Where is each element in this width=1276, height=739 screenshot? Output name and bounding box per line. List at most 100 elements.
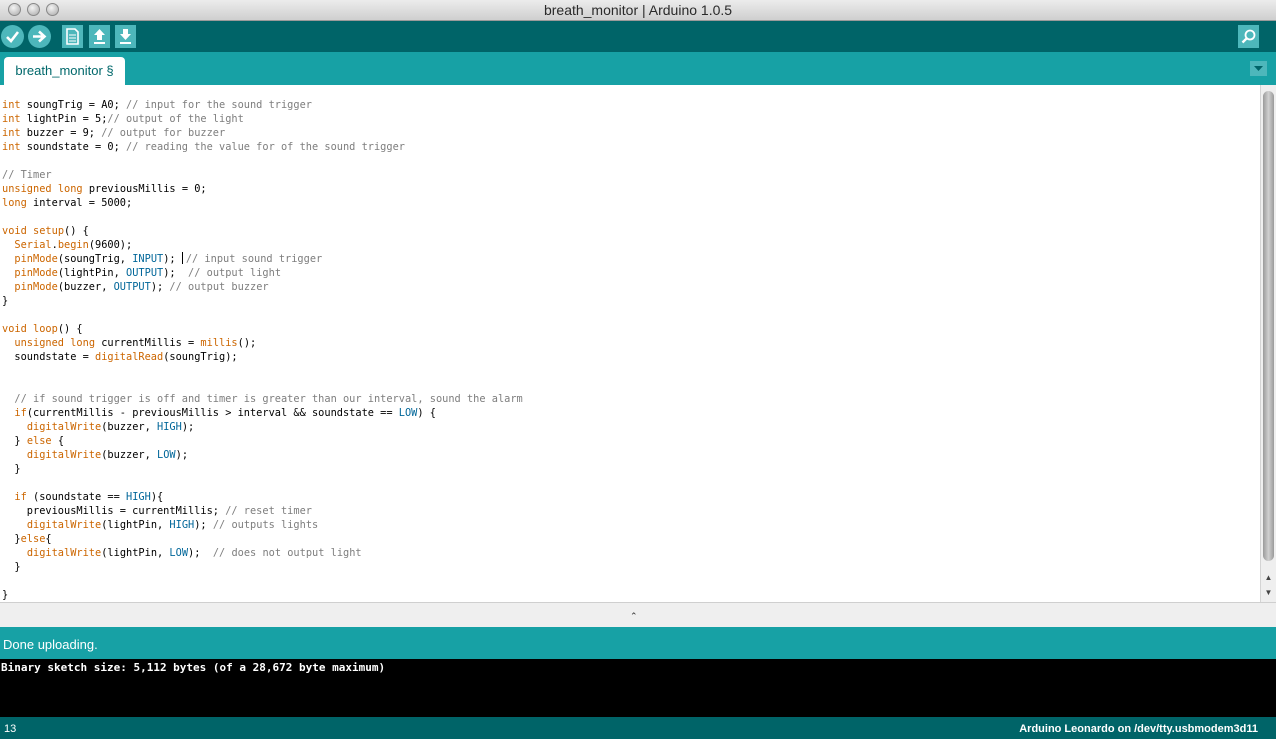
code-token: ); <box>150 281 170 293</box>
document-icon <box>66 28 79 45</box>
code-token: (soungTrig); <box>163 351 238 363</box>
code-line[interactable] <box>2 378 523 392</box>
window-title: breath_monitor | Arduino 1.0.5 <box>543 2 733 18</box>
code-line[interactable]: pinMode(lightPin, OUTPUT); // output lig… <box>2 266 523 280</box>
code-line[interactable]: soundstate = digitalRead(soungTrig); <box>2 350 523 364</box>
code-token: LOW <box>157 449 176 461</box>
code-token: interval = 5000; <box>26 197 133 209</box>
editor-scrollbar[interactable]: ▲ ▼ <box>1260 85 1276 602</box>
code-token: ); <box>194 519 213 531</box>
code-token: } <box>2 435 27 447</box>
code-line[interactable]: int soundstate = 0; // reading the value… <box>2 140 523 154</box>
scroll-down-icon[interactable]: ▼ <box>1261 586 1276 599</box>
code-token: soundstate = <box>2 351 95 363</box>
toolbar <box>0 21 1276 52</box>
code-line[interactable]: pinMode(soungTrig, INPUT); // input soun… <box>2 252 523 266</box>
code-line[interactable]: } <box>2 294 523 308</box>
code-line[interactable]: } else { <box>2 434 523 448</box>
code-line[interactable]: int buzzer = 9; // output for buzzer <box>2 126 523 140</box>
code-line[interactable]: } <box>2 560 523 574</box>
code-token: // Timer <box>2 169 52 181</box>
code-token: (soungTrig, <box>57 253 133 265</box>
open-button[interactable] <box>89 25 110 48</box>
code-line[interactable] <box>2 210 523 224</box>
new-button[interactable] <box>62 25 83 48</box>
code-token: ); <box>181 421 195 433</box>
code-token: unsigned <box>2 183 52 195</box>
code-line[interactable]: Serial.begin(9600); <box>2 238 523 252</box>
arrow-down-icon <box>120 29 131 44</box>
code-line[interactable]: digitalWrite(lightPin, LOW); // does not… <box>2 546 523 560</box>
scrollbar-thumb[interactable] <box>1263 91 1274 561</box>
code-token: // input for the sound trigger <box>126 99 312 111</box>
status-bar: Done uploading. <box>0 627 1276 659</box>
code-token: void <box>2 225 27 237</box>
code-token: } <box>2 589 9 601</box>
code-line[interactable]: digitalWrite(buzzer, HIGH); <box>2 420 523 434</box>
code-line[interactable]: } <box>2 462 523 476</box>
code-line[interactable] <box>2 574 523 588</box>
code-line[interactable]: long interval = 5000; <box>2 196 523 210</box>
code-line[interactable]: int soungTrig = A0; // input for the sou… <box>2 98 523 112</box>
code-token: currentMillis = <box>95 337 201 349</box>
status-message: Done uploading. <box>3 637 98 652</box>
code-token: Serial <box>14 239 52 251</box>
code-token: OUTPUT <box>126 267 164 279</box>
chevron-down-icon <box>1254 66 1263 71</box>
code-line[interactable]: digitalWrite(buzzer, LOW); <box>2 448 523 462</box>
code-line[interactable] <box>2 308 523 322</box>
code-token: digitalWrite <box>26 519 102 531</box>
tab-menu-button[interactable] <box>1250 61 1267 76</box>
code-line[interactable]: } <box>2 588 523 602</box>
code-token: previousMillis = 0; <box>82 183 207 195</box>
code-line[interactable]: previousMillis = currentMillis; // reset… <box>2 504 523 518</box>
code-line[interactable]: pinMode(buzzer, OUTPUT); // output buzze… <box>2 280 523 294</box>
code-editor[interactable]: int soungTrig = A0; // input for the sou… <box>0 85 1260 602</box>
code-token: () { <box>64 225 89 237</box>
code-line[interactable]: // if sound trigger is off and timer is … <box>2 392 522 406</box>
code-line[interactable]: if(currentMillis - previousMillis > inte… <box>2 406 523 420</box>
save-button[interactable] <box>115 25 136 48</box>
caret-up-icon[interactable]: ⌃ <box>630 611 638 622</box>
code-token: begin <box>57 239 89 251</box>
code-token: else <box>20 533 46 545</box>
code-token: (lightPin, <box>101 519 170 531</box>
footer-bar: 13 Arduino Leonardo on /dev/tty.usbmodem… <box>0 717 1276 739</box>
code-token: ) { <box>417 407 436 419</box>
code-line[interactable] <box>2 364 523 378</box>
code-line[interactable] <box>2 154 523 168</box>
code-token: if <box>14 491 27 503</box>
code-token: OUTPUT <box>113 281 151 293</box>
code-token: lightPin = 5; <box>20 113 108 125</box>
code-line[interactable]: void setup() { <box>2 224 523 238</box>
verify-button[interactable] <box>1 25 24 48</box>
code-token: // outputs lights <box>212 519 319 531</box>
serial-monitor-button[interactable] <box>1238 25 1259 48</box>
code-line[interactable]: }else{ <box>2 532 523 546</box>
console-divider[interactable]: ⌃ <box>0 602 1276 627</box>
code-token: (buzzer, <box>57 281 114 293</box>
code-token: long <box>70 337 96 349</box>
scroll-up-icon[interactable]: ▲ <box>1261 571 1276 584</box>
code-line[interactable]: digitalWrite(lightPin, HIGH); // outputs… <box>2 518 523 532</box>
code-line[interactable]: // Timer <box>2 168 523 182</box>
code-line[interactable]: int lightPin = 5;// output of the light <box>2 112 523 126</box>
code-token: HIGH <box>169 519 195 531</box>
code-line[interactable]: unsigned long currentMillis = millis(); <box>2 336 523 350</box>
board-port-info: Arduino Leonardo on /dev/tty.usbmodem3d1… <box>1019 723 1258 735</box>
code-text[interactable]: int soungTrig = A0; // input for the sou… <box>2 98 523 602</box>
code-line[interactable]: void loop() { <box>2 322 523 336</box>
code-line[interactable]: if (soundstate == HIGH){ <box>2 490 523 504</box>
code-line[interactable] <box>2 476 523 490</box>
code-line[interactable]: unsigned long previousMillis = 0; <box>2 182 523 196</box>
upload-button[interactable] <box>28 25 51 48</box>
code-token: // reset timer <box>225 505 312 517</box>
code-token: (lightPin, <box>57 267 127 279</box>
code-token: int <box>2 141 21 153</box>
code-token: ){ <box>150 491 164 503</box>
tab-breath-monitor[interactable]: breath_monitor § <box>4 57 125 85</box>
code-token: // output light <box>188 267 282 279</box>
